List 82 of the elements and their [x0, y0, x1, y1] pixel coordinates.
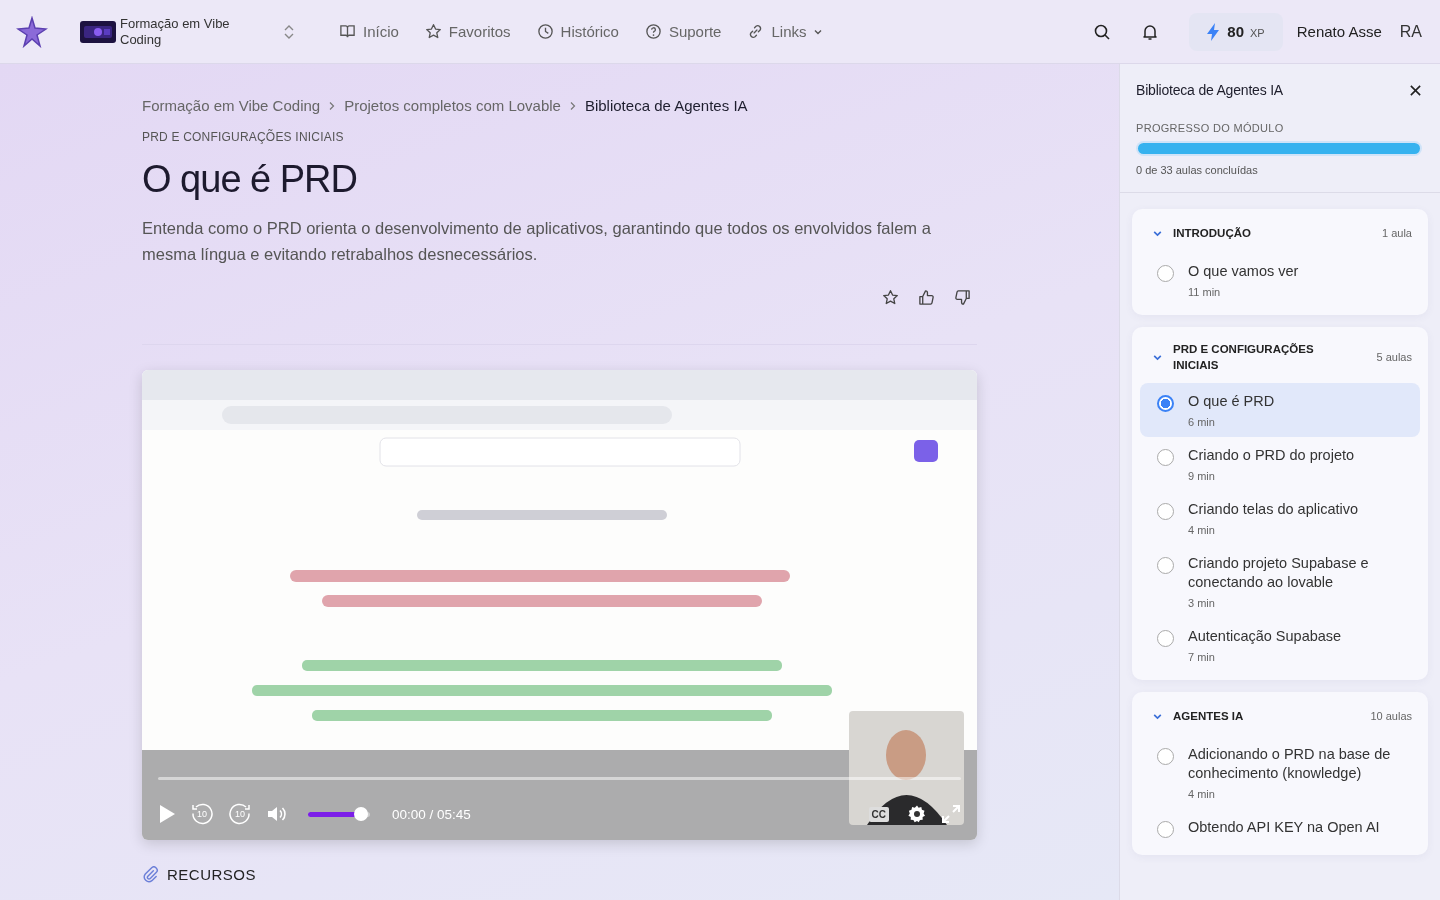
nav-link[interactable]: Favoritos — [424, 23, 511, 40]
progress-label: PROGRESSO DO MÓDULO — [1136, 122, 1285, 134]
lesson-item[interactable]: Criando telas do aplicativo 4 min — [1140, 491, 1420, 545]
book-icon — [339, 23, 356, 40]
chevron-up-down-icon[interactable] — [283, 23, 295, 40]
volume-icon[interactable] — [266, 805, 288, 823]
lesson-duration: 3 min — [1188, 597, 1216, 609]
lesson-duration: 7 min — [1188, 651, 1216, 663]
lesson-name: Obtendo API KEY na Open AI — [1188, 818, 1380, 837]
nav-link[interactable]: Links — [747, 23, 824, 40]
settings-icon[interactable] — [907, 804, 927, 824]
xp-value: 80 — [1227, 23, 1244, 40]
section-title: AGENTES IA — [1173, 709, 1245, 724]
star-icon[interactable] — [882, 289, 899, 306]
video-progress-track[interactable] — [158, 777, 961, 780]
nav-link[interactable]: Histórico — [536, 23, 619, 40]
radio-button[interactable] — [1157, 748, 1174, 765]
lesson-duration: 11 min — [1188, 286, 1222, 298]
course-name: Formação em Vibe Coding — [120, 15, 231, 48]
thumbs-up-icon[interactable] — [918, 289, 935, 306]
radio-button[interactable] — [1157, 395, 1174, 412]
lesson-item[interactable]: Autenticação Supabase 7 min — [1140, 618, 1420, 672]
radio-button[interactable] — [1157, 821, 1174, 838]
lesson-duration: 6 min — [1188, 416, 1216, 428]
user-name[interactable]: Renato Asse — [1296, 23, 1382, 40]
radio-button[interactable] — [1157, 557, 1174, 574]
chevron-right-icon — [568, 100, 577, 111]
radio-button[interactable] — [1157, 503, 1174, 520]
close-icon[interactable] — [1409, 83, 1422, 97]
resources-heading: RECURSOS — [167, 866, 256, 883]
user-avatar[interactable]: RA — [1399, 22, 1422, 41]
xp-unit: XP — [1250, 26, 1265, 39]
chevron-right-icon — [328, 100, 337, 111]
paperclip-icon — [142, 866, 159, 883]
thumbs-down-icon[interactable] — [954, 289, 971, 306]
lesson-name: Criando telas do aplicativo — [1188, 500, 1359, 519]
section-title: INTRODUÇÃO — [1173, 226, 1252, 241]
section-header[interactable]: PRD E CONFIGURAÇÕES INICIAIS 5 aulas — [1140, 331, 1420, 383]
video-time: 00:00 / 05:45 — [392, 806, 471, 822]
lesson-description: Entenda como o PRD orienta o desenvolvimento de aplicativos, garantindo que todos os envolvidos falem a mesma língua e evitando retrabalhos desnecessários. — [142, 218, 932, 265]
progress-text: 0 de 33 aulas concluídas — [1136, 164, 1259, 176]
lesson-title: O que é PRD — [142, 158, 358, 201]
nav-link[interactable]: Início — [339, 23, 399, 40]
section-header[interactable]: INTRODUÇÃO 1 aula — [1140, 213, 1420, 253]
section-header[interactable]: AGENTES IA 10 aulas — [1140, 696, 1420, 736]
lesson-item[interactable]: O que vamos ver 11 min — [1140, 253, 1420, 307]
star-icon — [424, 23, 442, 40]
sidebar-title: Biblioteca de Agentes IA — [1136, 82, 1283, 98]
lesson-count: 1 aula — [1382, 227, 1412, 239]
radio-button[interactable] — [1157, 449, 1174, 466]
search-icon[interactable] — [1093, 22, 1112, 41]
lesson-duration: 4 min — [1188, 524, 1216, 536]
play-icon[interactable] — [158, 804, 176, 824]
lesson-name: Adicionando o PRD na base de conhecimento (knowledge) — [1188, 745, 1392, 783]
breadcrumb-link[interactable]: Formação em Vibe Coding — [142, 97, 321, 114]
lesson-name: O que vamos ver — [1188, 262, 1299, 281]
lesson-duration: 4 min — [1188, 788, 1216, 800]
clock-icon — [536, 23, 554, 40]
lightning-icon — [1205, 21, 1222, 42]
fullscreen-icon[interactable] — [941, 804, 961, 824]
lesson-item[interactable]: Adicionando o PRD na base de conhecimento (knowledge) 4 min — [1140, 736, 1420, 809]
lesson-count: 5 aulas — [1376, 351, 1412, 363]
lesson-name: Criando projeto Supabase e conectando ao lovable — [1188, 554, 1370, 592]
lesson-count: 10 aulas — [1370, 710, 1412, 722]
lesson-item[interactable]: Criando projeto Supabase e conectando ao lovable 3 min — [1140, 545, 1420, 618]
radio-button[interactable] — [1157, 630, 1174, 647]
lesson-name: Criando o PRD do projeto — [1188, 446, 1355, 465]
lesson-item[interactable]: Obtendo API KEY na Open AI — [1140, 809, 1420, 847]
breadcrumb-link[interactable]: Biblioteca de Agentes IA — [584, 97, 748, 114]
lesson-duration: 9 min — [1188, 470, 1216, 482]
lesson-name: Autenticação Supabase — [1188, 627, 1342, 646]
bell-icon[interactable] — [1141, 22, 1160, 41]
star-logo-icon[interactable] — [16, 15, 48, 48]
lesson-item[interactable]: Criando o PRD do projeto 9 min — [1140, 437, 1420, 491]
section-title: PRD E CONFIGURAÇÕES INICIAIS — [1173, 342, 1315, 373]
lesson-item[interactable]: O que é PRD 6 min — [1140, 383, 1420, 437]
radio-button[interactable] — [1157, 265, 1174, 282]
help-icon — [644, 23, 662, 40]
lesson-name: O que é PRD — [1188, 392, 1275, 411]
breadcrumb-link[interactable]: Projetos completos com Lovable — [344, 97, 561, 114]
module-label: PRD E CONFIGURAÇÕES INICIAIS — [142, 130, 345, 144]
nav-link[interactable]: Suporte — [644, 23, 722, 40]
